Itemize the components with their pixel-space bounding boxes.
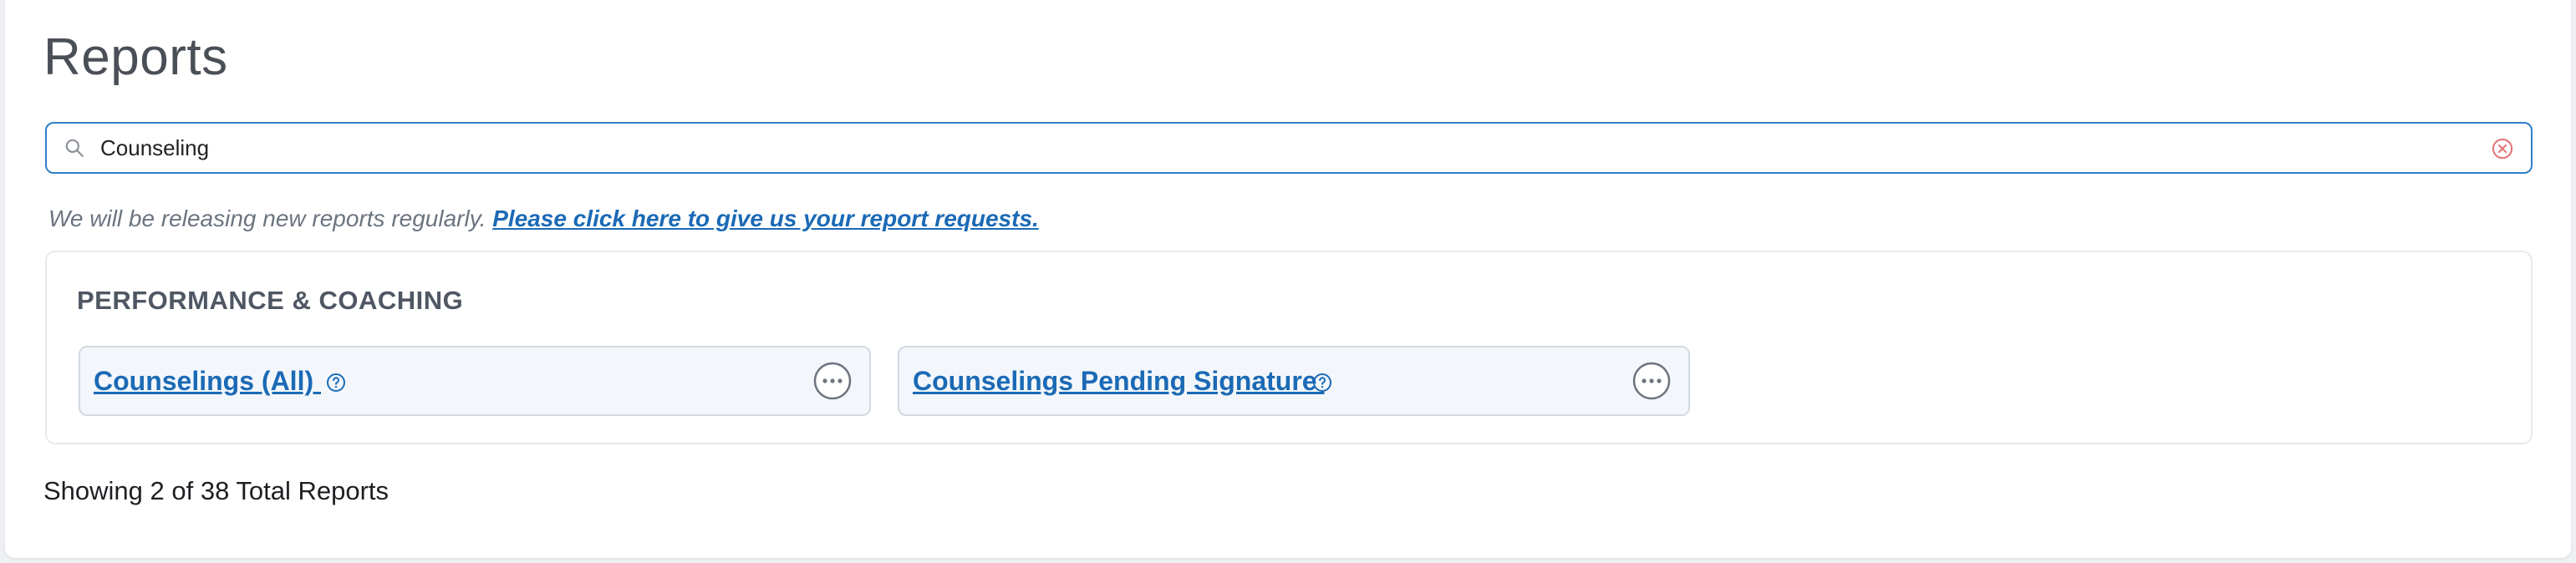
more-options-icon[interactable] <box>812 361 853 401</box>
help-circle-icon[interactable] <box>1312 373 1332 393</box>
section-performance-coaching: PERFORMANCE & COACHING Counselings (All)… <box>45 251 2533 444</box>
report-count: Showing 2 of 38 Total Reports <box>43 476 389 505</box>
clear-icon[interactable] <box>2491 137 2514 160</box>
search-box[interactable] <box>45 122 2533 174</box>
report-link-counselings-all[interactable]: Counselings (All) <box>94 366 321 397</box>
help-circle-icon[interactable] <box>326 373 346 393</box>
report-link-label: Counselings Pending Signature <box>913 366 1325 396</box>
section-title: PERFORMANCE & COACHING <box>77 286 464 315</box>
report-request-link[interactable]: Please click here to give us your report… <box>492 205 1039 231</box>
report-tile-counselings-pending-signature: Counselings Pending Signature <box>898 346 1690 416</box>
report-link-counselings-pending-signature[interactable]: Counselings Pending Signature <box>913 366 1324 397</box>
release-notice-text: We will be releasing new reports regular… <box>48 205 493 231</box>
report-tile-counselings-all: Counselings (All) <box>79 346 871 416</box>
report-link-label: Counselings (All) <box>94 366 321 396</box>
page-title: Reports <box>43 28 228 86</box>
search-input[interactable] <box>100 129 2457 167</box>
release-notice: We will be releasing new reports regular… <box>48 205 1039 232</box>
search-icon <box>65 139 84 157</box>
more-options-icon[interactable] <box>1632 361 1672 401</box>
reports-page: Reports We will be releasing new reports… <box>5 0 2571 558</box>
